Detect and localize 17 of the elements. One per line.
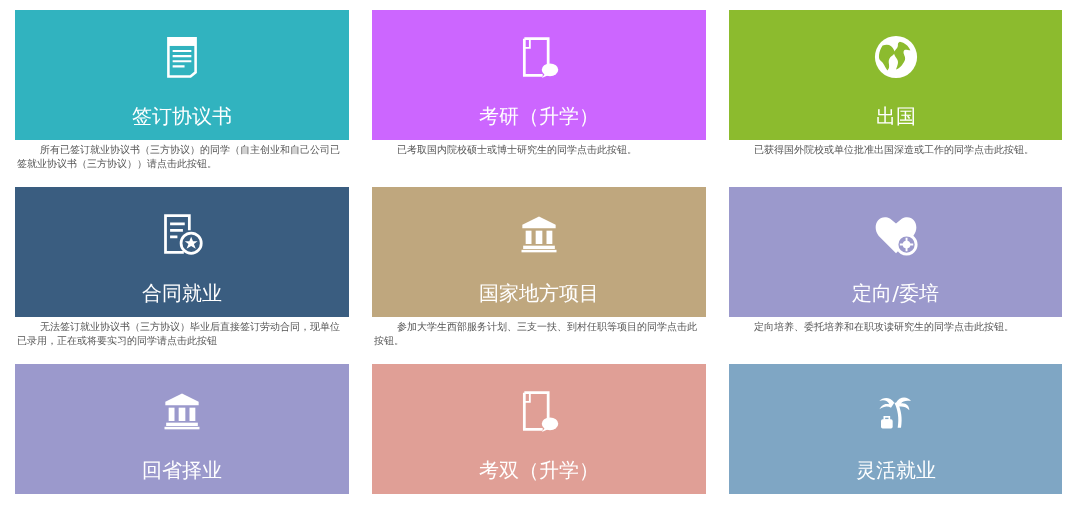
description-text: 已考取国内院校硕士或博士研究生的同学点击此按钮。 [396, 143, 638, 157]
category-tile[interactable]: 回省择业 [15, 364, 349, 494]
description-text: 所有已签订就业协议书（三方协议）的同学（自主创业和自己公司已签就业协议书（三方协议））请点击此按钮。 [16, 143, 341, 171]
document-icon [165, 34, 199, 80]
category-tile[interactable]: 出国 [729, 10, 1062, 140]
description-text: 定向培养、委托培养和在职攻读研究生的同学点击此按钮。 [753, 320, 1015, 334]
category-tile[interactable]: 国家地方项目 [372, 187, 706, 317]
description-text: 无法签订就业协议书（三方协议）毕业后直接签订劳动合同，现单位已录用，正在或将要实习的同学请点击此按钮 [16, 320, 341, 348]
description-text: 已获得国外院校或单位批准出国深造或工作的同学点击此按钮。 [753, 143, 1035, 157]
category-tile[interactable]: 考研（升学） [372, 10, 706, 140]
category-tile[interactable]: 定向/委培 [729, 187, 1062, 317]
category-tile[interactable]: 合同就业 [15, 187, 349, 317]
category-tile[interactable]: 考双（升学） [372, 364, 706, 494]
category-tile[interactable]: 灵活就业 [729, 364, 1062, 494]
globe-icon [872, 34, 919, 80]
description-text: 参加大学生西部服务计划、三支一扶、到村任职等项目的同学点击此按钮。 [373, 320, 698, 348]
category-tile[interactable]: 签订协议书 [15, 10, 349, 140]
